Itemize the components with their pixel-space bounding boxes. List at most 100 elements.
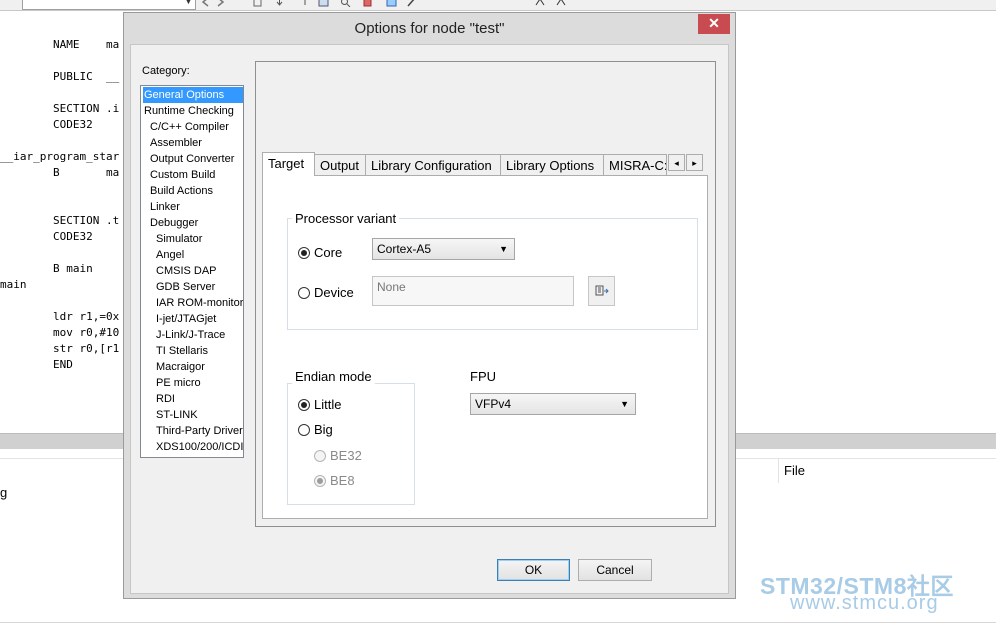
- code-line: str r0,[r1: [53, 342, 120, 355]
- device-label[interactable]: Device: [314, 285, 354, 300]
- status-divider: [0, 622, 996, 623]
- breakpoint-icon[interactable]: [535, 0, 546, 7]
- category-item-i-jet-jtagjet[interactable]: I-jet/JTAGjet: [143, 311, 243, 327]
- category-item-output-converter[interactable]: Output Converter: [143, 151, 243, 167]
- core-label[interactable]: Core: [314, 245, 342, 260]
- category-item-linker[interactable]: Linker: [143, 199, 243, 215]
- chevron-down-icon[interactable]: ▼: [184, 0, 193, 6]
- category-list[interactable]: General Options Runtime Checking C/C++ C…: [140, 85, 244, 458]
- code-line: SECTION .t: [53, 214, 120, 227]
- tab-output[interactable]: Output: [314, 154, 366, 175]
- browse-device-icon: [595, 285, 609, 296]
- tab-misra-c[interactable]: MISRA-C:2: [603, 154, 667, 175]
- category-item-custom-build[interactable]: Custom Build: [143, 167, 243, 183]
- big-endian-radio[interactable]: [298, 424, 310, 436]
- fpu-select-value: VFPv4: [475, 397, 512, 411]
- dialog-title: Options for node "test": [354, 20, 505, 37]
- fpu-label: FPU: [470, 369, 496, 384]
- code-line: B main: [53, 262, 93, 275]
- fpu-select[interactable]: VFPv4 ▼: [470, 393, 636, 415]
- device-field-value: None: [377, 280, 406, 294]
- ide-toolbar: ▼: [0, 0, 996, 11]
- close-icon: ✕: [708, 15, 720, 31]
- tab-scroll-left-icon[interactable]: ◂: [668, 154, 685, 171]
- tab-target[interactable]: Target: [262, 152, 315, 176]
- category-item-runtime-checking[interactable]: Runtime Checking: [143, 103, 243, 119]
- device-browse-button[interactable]: [588, 276, 615, 306]
- be32-label[interactable]: BE32: [330, 448, 362, 463]
- code-line: mov r0,#10: [53, 326, 120, 339]
- category-item-general-options[interactable]: General Options: [143, 87, 243, 103]
- device-field[interactable]: None: [372, 276, 574, 306]
- chevron-down-icon: ▼: [620, 399, 629, 409]
- make-icon[interactable]: [386, 0, 397, 7]
- category-item-cmsis-dap[interactable]: CMSIS DAP: [143, 263, 243, 279]
- nav-forward-icon[interactable]: [215, 0, 226, 7]
- category-item-j-link-j-trace[interactable]: J-Link/J-Trace: [143, 327, 243, 343]
- file-column-header[interactable]: File: [784, 463, 805, 478]
- category-item-c-cpp-compiler[interactable]: C/C++ Compiler: [143, 119, 243, 135]
- tab-library-configuration[interactable]: Library Configuration: [365, 154, 501, 175]
- watermark-url: www.stmcu.org: [790, 592, 939, 614]
- code-line: main: [0, 278, 27, 291]
- core-radio[interactable]: [298, 247, 310, 259]
- target-tab-page: Processor variant Core Cortex-A5 ▼ Devic…: [262, 175, 708, 519]
- chevron-down-icon: ▼: [499, 244, 508, 254]
- category-item-xds100-200-icdi[interactable]: XDS100/200/ICDI: [143, 439, 243, 455]
- toolbar-combo[interactable]: [22, 0, 196, 10]
- category-item-build-actions[interactable]: Build Actions: [143, 183, 243, 199]
- message-text: g: [0, 485, 8, 500]
- category-item-st-link[interactable]: ST-LINK: [143, 407, 243, 423]
- category-item-pe-micro[interactable]: PE micro: [143, 375, 243, 391]
- cancel-button[interactable]: Cancel: [578, 559, 652, 581]
- category-item-debugger[interactable]: Debugger: [143, 215, 243, 231]
- little-endian-label[interactable]: Little: [314, 397, 341, 412]
- tab-library-options[interactable]: Library Options: [500, 154, 604, 175]
- code-line: CODE32: [53, 230, 93, 243]
- category-label: Category:: [142, 65, 190, 77]
- ok-button[interactable]: OK: [497, 559, 570, 581]
- search-icon[interactable]: [340, 0, 351, 7]
- core-select[interactable]: Cortex-A5 ▼: [372, 238, 515, 260]
- category-item-rdi[interactable]: RDI: [143, 391, 243, 407]
- category-item-iar-rom-monitor[interactable]: IAR ROM-monitor: [143, 295, 243, 311]
- column-separator[interactable]: [778, 459, 779, 483]
- category-item-third-party-driver[interactable]: Third-Party Driver: [143, 423, 243, 439]
- device-radio[interactable]: [298, 287, 310, 299]
- tab-strip: Target Output Library Configuration Libr…: [262, 152, 708, 176]
- code-line: CODE32: [53, 118, 93, 131]
- dialog-titlebar[interactable]: Options for node "test" ✕: [124, 13, 735, 44]
- category-item-macraigor[interactable]: Macraigor: [143, 359, 243, 375]
- run-icon[interactable]: [556, 0, 567, 7]
- code-line: ldr r1,=0x: [53, 310, 120, 323]
- code-line: __iar_program_star: [0, 150, 120, 163]
- processor-variant-title: Processor variant: [292, 211, 400, 226]
- category-item-gdb-server[interactable]: GDB Server: [143, 279, 243, 295]
- code-line: NAME ma: [53, 38, 120, 51]
- download-icon[interactable]: [274, 0, 285, 7]
- be8-label[interactable]: BE8: [330, 473, 355, 488]
- little-endian-radio[interactable]: [298, 399, 310, 411]
- be32-radio[interactable]: [314, 450, 326, 462]
- category-item-assembler[interactable]: Assembler: [143, 135, 243, 151]
- code-line: END: [53, 358, 73, 371]
- bookmark-icon[interactable]: [252, 0, 263, 7]
- big-endian-label[interactable]: Big: [314, 422, 333, 437]
- debug-icon[interactable]: [406, 0, 417, 7]
- category-item-angel[interactable]: Angel: [143, 247, 243, 263]
- tab-scroll-right-icon[interactable]: ▸: [686, 154, 703, 171]
- be8-radio[interactable]: [314, 475, 326, 487]
- category-item-simulator[interactable]: Simulator: [143, 231, 243, 247]
- code-line: B ma: [53, 166, 120, 179]
- step-icon[interactable]: [296, 0, 307, 7]
- compile-icon[interactable]: [318, 0, 329, 7]
- nav-back-icon[interactable]: [200, 0, 211, 7]
- close-button[interactable]: ✕: [698, 14, 730, 34]
- options-dialog: Options for node "test" ✕ Category: Gene…: [123, 12, 736, 599]
- category-item-ti-stellaris[interactable]: TI Stellaris: [143, 343, 243, 359]
- processor-variant-group: [287, 218, 698, 330]
- code-line: PUBLIC __: [53, 70, 120, 83]
- code-line: SECTION .i: [53, 102, 120, 115]
- stop-icon[interactable]: [362, 0, 373, 7]
- endian-mode-title: Endian mode: [292, 369, 375, 384]
